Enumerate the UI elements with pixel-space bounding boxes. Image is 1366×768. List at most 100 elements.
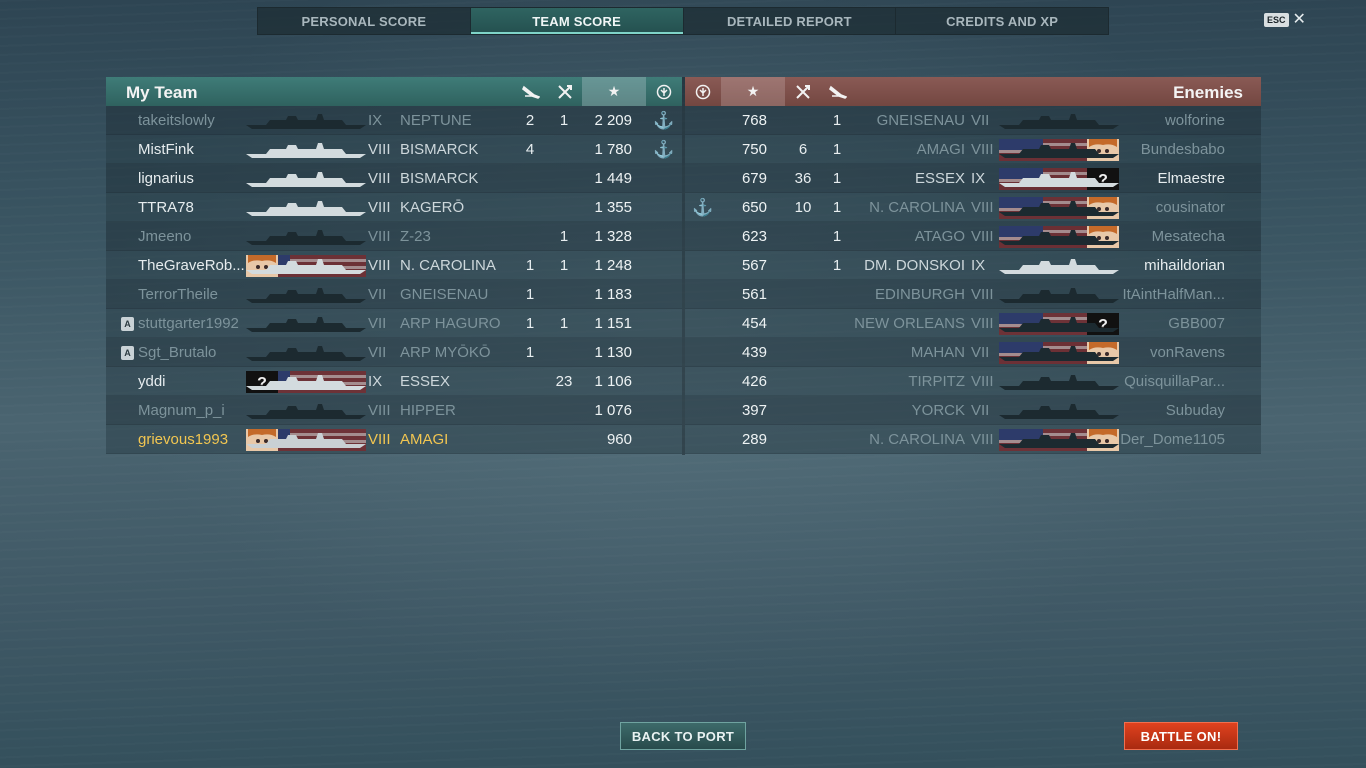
table-row[interactable]: ⚓ 650 10 1 N. CAROLINA VIII cousinator — [685, 193, 1261, 222]
player-name[interactable]: Mesatecha — [1121, 222, 1225, 251]
table-row[interactable]: lignarius VIII BISMARCK 1 449 — [106, 164, 682, 193]
table-row[interactable]: TerrorTheile VII GNEISENAU 1 1 183 — [106, 280, 682, 309]
table-row[interactable]: Astuttgarter1992 VII ARP HAGURO 1 1 1 151 — [106, 309, 682, 338]
player-name[interactable]: wolforine — [1121, 106, 1225, 135]
ship-name: NEPTUNE — [400, 112, 472, 129]
player-name[interactable]: Elmaestre — [1121, 164, 1225, 193]
frags-count — [785, 280, 821, 309]
player-name[interactable]: takeitslowly — [138, 106, 246, 135]
enemy-team-panel: ★ Enemies 768 1 GNEISENAU VII wolforine 750 6 1… — [685, 77, 1261, 455]
base-xp-score: 623 — [741, 228, 767, 245]
player-name[interactable]: TTRA78 — [138, 193, 246, 222]
table-row[interactable]: 567 1 DM. DONSKOI IX mihaildorian — [685, 251, 1261, 280]
base-xp-score: 1 151 — [594, 315, 632, 332]
table-row[interactable]: Magnum_p_i VIII HIPPER 1 076 — [106, 396, 682, 425]
planes-destroyed — [514, 222, 546, 251]
anchor-icon: ⚓ — [653, 110, 675, 130]
rank-icon — [685, 77, 721, 106]
ship-name: MAHAN — [910, 344, 965, 361]
player-name[interactable]: yddi — [138, 367, 246, 396]
player-name[interactable]: TheGraveRob... — [138, 251, 246, 280]
player-name[interactable]: Subuday — [1121, 396, 1225, 425]
table-row[interactable]: 561 EDINBURGH VIII ItAintHalfMan... — [685, 280, 1261, 309]
tab-team-score[interactable]: TEAM SCORE — [470, 8, 684, 34]
ship-silhouette — [999, 170, 1119, 188]
table-row[interactable]: 439 MAHAN VII vonRavens — [685, 338, 1261, 367]
table-row[interactable]: A Sgt_Brutalo VII ARP MYŌKŌ 1 1 130 — [106, 338, 682, 367]
battle-on-button[interactable]: BATTLE ON! — [1124, 722, 1238, 750]
player-name[interactable]: lignarius — [138, 164, 246, 193]
player-name[interactable]: cousinator — [1121, 193, 1225, 222]
ship-tier: IX — [971, 170, 986, 187]
table-row[interactable]: grievous1993 VIII AMAGI 960 — [106, 425, 682, 454]
table-row[interactable]: takeitslowly IX NEPTUNE 2 1 2 209 ⚓ — [106, 106, 682, 135]
ship-name: KAGERŌ — [400, 199, 465, 216]
planes-destroyed — [821, 425, 853, 454]
ship-silhouette — [246, 373, 366, 391]
table-row[interactable]: 768 1 GNEISENAU VII wolforine — [685, 106, 1261, 135]
table-row[interactable]: TTRA78 VIII KAGERŌ 1 355 — [106, 193, 682, 222]
ship-silhouette — [246, 199, 366, 217]
back-to-port-button[interactable]: BACK TO PORT — [620, 722, 746, 750]
base-xp-score: 768 — [741, 112, 767, 129]
anchor-icon: ⚓ — [692, 197, 714, 217]
my-team-header: My Team ★ — [106, 77, 682, 106]
tab-personal-score[interactable]: PERSONAL SCORE — [258, 8, 471, 34]
base-xp-score: 567 — [741, 257, 767, 274]
ship-name: AMAGI — [916, 141, 965, 158]
player-name[interactable]: Jmeeno — [138, 222, 246, 251]
ship-name: EDINBURGH — [874, 286, 965, 303]
table-row[interactable]: 426 TIRPITZ VIII QuisquillaPar... — [685, 367, 1261, 396]
player-name[interactable]: stuttgarter1992 — [138, 309, 246, 338]
anchor-icon: ⚓ — [653, 139, 675, 159]
frags-count — [785, 367, 821, 396]
ship-silhouette — [246, 315, 366, 333]
player-name[interactable]: vonRavens — [1121, 338, 1225, 367]
ship-silhouette — [999, 112, 1119, 130]
table-row[interactable]: 397 YORCK VII Subuday — [685, 396, 1261, 425]
table-row[interactable]: yddi? IX ESSEX 23 1 106 — [106, 367, 682, 396]
planes-destroyed — [821, 280, 853, 309]
player-name[interactable]: TerrorTheile — [138, 280, 246, 309]
ship-silhouette — [246, 344, 366, 362]
tab-credits-and-xp[interactable]: CREDITS AND XP — [896, 8, 1108, 34]
tab-detailed-report[interactable]: DETAILED REPORT — [684, 8, 897, 34]
close-icon[interactable]: ✕ — [1293, 12, 1306, 28]
player-name[interactable]: Der_Dome1105 — [1121, 425, 1225, 454]
ship-silhouette — [246, 286, 366, 304]
table-row[interactable]: 750 6 1 AMAGI VIII Bundesbabo — [685, 135, 1261, 164]
base-xp-score: 650 — [741, 199, 767, 216]
planes-destroyed: 1 — [525, 286, 535, 303]
ship-silhouette — [246, 402, 366, 420]
ship-silhouette — [999, 431, 1119, 449]
planes-destroyed — [821, 338, 853, 367]
table-row[interactable]: 679 36 1 ESSEX IX? Elmaestre — [685, 164, 1261, 193]
ship-silhouette — [999, 344, 1119, 362]
score-star-icon: ★ — [582, 77, 646, 106]
ship-name: ARP MYŌKŌ — [400, 344, 491, 361]
player-name[interactable]: ItAintHalfMan... — [1121, 280, 1225, 309]
player-name[interactable]: QuisquillaPar... — [1121, 367, 1225, 396]
planes-destroyed: 1 — [525, 257, 535, 274]
close-control[interactable]: ESC ✕ — [1264, 12, 1306, 28]
player-name[interactable]: Sgt_Brutalo — [138, 338, 246, 367]
table-row[interactable]: 623 1 ATAGO VIII Mesatecha — [685, 222, 1261, 251]
table-row[interactable]: Jmeeno VIII Z-23 1 1 328 — [106, 222, 682, 251]
ship-name: DM. DONSKOI — [864, 257, 965, 274]
planes-destroyed — [821, 396, 853, 425]
table-row[interactable]: 289 N. CAROLINA VIII Der_Dome1105 — [685, 425, 1261, 454]
frags-count — [785, 396, 821, 425]
table-row[interactable]: TheGraveRob... VIII N. CAROLINA 1 1 1 248 — [106, 251, 682, 280]
ship-name: BISMARCK — [400, 170, 479, 187]
player-name[interactable]: Bundesbabo — [1121, 135, 1225, 164]
ship-tier: VII — [368, 344, 387, 361]
player-name[interactable]: grievous1993 — [138, 425, 246, 454]
player-name[interactable]: GBB007 — [1121, 309, 1225, 338]
table-row[interactable]: 454 NEW ORLEANS VIII? GBB007 — [685, 309, 1261, 338]
ship-tier: VIII — [368, 431, 391, 448]
player-name[interactable]: Magnum_p_i — [138, 396, 246, 425]
player-name[interactable]: mihaildorian — [1121, 251, 1225, 280]
table-row[interactable]: MistFink VIII BISMARCK 4 1 780 ⚓ — [106, 135, 682, 164]
player-name[interactable]: MistFink — [138, 135, 246, 164]
frags-count: 1 — [559, 228, 569, 245]
